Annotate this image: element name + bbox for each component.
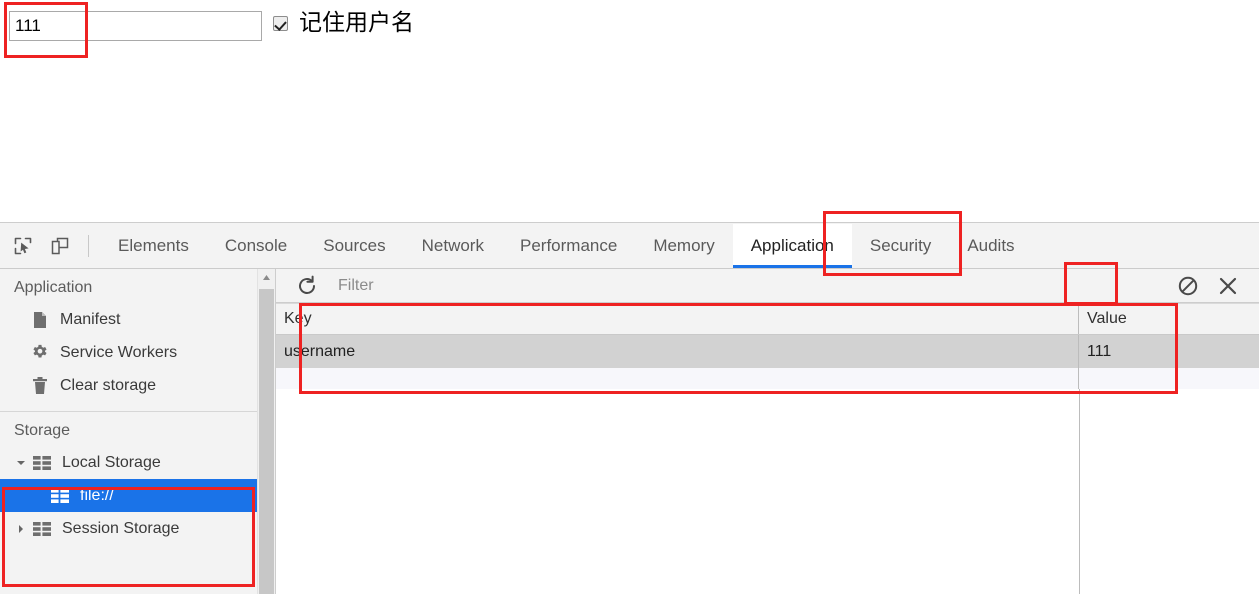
sidebar-item-label: Local Storage (62, 453, 161, 471)
scroll-up-arrow-icon[interactable] (258, 269, 275, 286)
storage-toolbar (276, 269, 1259, 303)
remember-username-checkbox[interactable] (273, 16, 288, 31)
grid-cell-value[interactable]: 111 (1079, 335, 1259, 368)
clear-all-icon[interactable] (1171, 271, 1205, 301)
sidebar-item-session-storage[interactable]: Session Storage (0, 512, 275, 545)
sidebar-item-file-origin[interactable]: file:// (0, 479, 275, 512)
inspect-element-icon[interactable] (9, 232, 37, 260)
web-page-content: 记住用户名 (0, 0, 1259, 222)
grid-header-key[interactable]: Key (276, 304, 1079, 334)
tab-elements[interactable]: Elements (100, 224, 207, 268)
grid-cell-value-empty[interactable] (1079, 368, 1259, 390)
devtools-window: Elements Console Sources Network Perform… (0, 222, 1259, 594)
storage-panel: Key Value username 111 (276, 269, 1259, 594)
grid-empty-area (276, 389, 1259, 594)
refresh-icon[interactable] (292, 271, 322, 301)
grid-header-value[interactable]: Value (1079, 304, 1259, 334)
sidebar-item-clear-storage[interactable]: Clear storage (0, 369, 275, 402)
tab-network[interactable]: Network (404, 224, 502, 268)
remember-username-label: 记住用户名 (299, 10, 414, 36)
trash-icon (30, 376, 50, 396)
grid-cell-key[interactable]: username (276, 335, 1079, 368)
grid-header-row: Key Value (276, 303, 1259, 335)
sidebar-item-label: file:// (80, 486, 114, 504)
gear-icon (30, 343, 50, 363)
filter-input[interactable] (336, 269, 1171, 302)
device-toolbar-icon[interactable] (46, 232, 74, 260)
grid-new-entry-row[interactable] (276, 368, 1259, 390)
devtools-body: Application Manifest Service Workers Cle… (0, 269, 1259, 594)
devtools-sidebar: Application Manifest Service Workers Cle… (0, 269, 276, 594)
sidebar-section-storage: Storage (14, 422, 71, 439)
scrollbar-thumb[interactable] (259, 289, 274, 594)
delete-selected-icon[interactable] (1211, 271, 1245, 301)
sidebar-scrollbar[interactable] (257, 269, 275, 594)
username-input[interactable] (9, 11, 262, 41)
tab-console[interactable]: Console (207, 224, 305, 268)
sidebar-item-label: Session Storage (62, 519, 180, 537)
tab-audits[interactable]: Audits (949, 224, 1032, 268)
tab-performance[interactable]: Performance (502, 224, 635, 268)
remember-username-row: 记住用户名 (273, 12, 414, 35)
chevron-down-icon[interactable] (14, 456, 28, 470)
table-row[interactable]: username 111 (276, 335, 1259, 368)
sidebar-item-local-storage[interactable]: Local Storage (0, 446, 275, 479)
sidebar-item-label: Clear storage (60, 376, 157, 394)
database-table-icon (32, 453, 52, 473)
grid-column-divider[interactable] (1079, 389, 1080, 594)
tab-memory[interactable]: Memory (635, 224, 732, 268)
sidebar-item-manifest[interactable]: Manifest (0, 303, 275, 336)
devtools-tabbar: Elements Console Sources Network Perform… (0, 223, 1259, 269)
storage-data-grid[interactable]: Key Value username 111 (276, 303, 1259, 594)
tab-sources[interactable]: Sources (305, 224, 403, 268)
chevron-right-icon[interactable] (14, 522, 28, 536)
database-table-icon (32, 519, 52, 539)
sidebar-section-application: Application (14, 279, 93, 296)
document-icon (30, 310, 50, 330)
grid-cell-key-empty[interactable] (276, 368, 1079, 390)
tab-security[interactable]: Security (852, 224, 949, 268)
sidebar-item-label: Manifest (60, 310, 121, 328)
sidebar-item-label: Service Workers (60, 343, 178, 361)
tab-application[interactable]: Application (732, 223, 853, 268)
sidebar-item-service-workers[interactable]: Service Workers (0, 336, 275, 369)
toolbar-divider (88, 234, 89, 257)
database-table-icon (50, 486, 70, 506)
